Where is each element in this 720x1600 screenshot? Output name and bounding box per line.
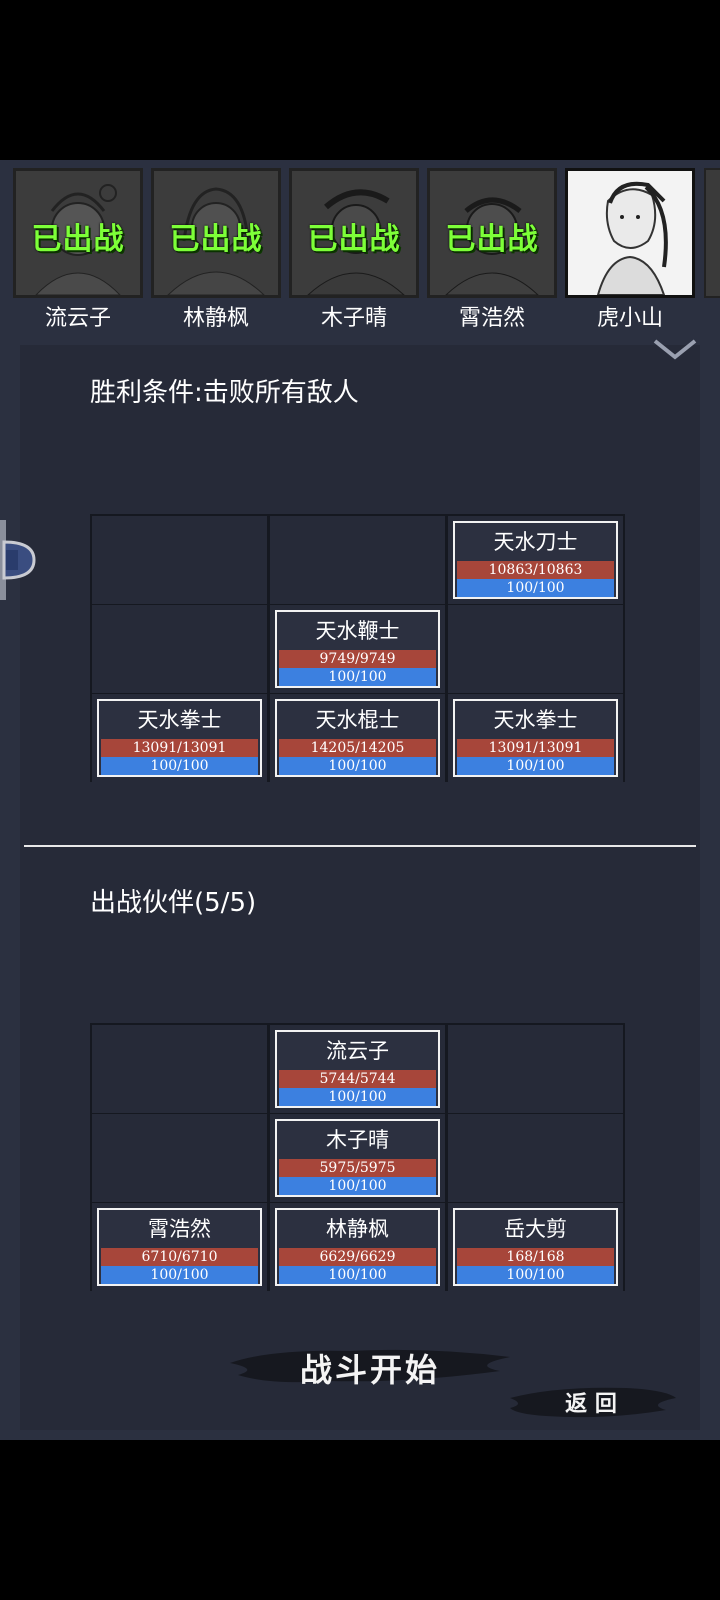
- start-battle-button[interactable]: 战斗开始: [230, 1335, 510, 1395]
- roster-character-partial[interactable]: [704, 168, 720, 298]
- deployed-badge: 已出战: [31, 222, 125, 257]
- unit-name: 天水拳士: [137, 708, 222, 732]
- hp-bar: 6629/6629: [279, 1248, 436, 1266]
- start-battle-label: 战斗开始: [299, 1351, 440, 1389]
- mp-bar: 100/100: [101, 757, 258, 775]
- formation-slot: [270, 516, 445, 604]
- mp-bar: 100/100: [279, 1266, 436, 1284]
- formation-slot[interactable]: 天水拳士 13091/13091 100/100: [92, 694, 267, 782]
- hp-bar: 13091/13091: [457, 739, 614, 757]
- formation-slot[interactable]: 流云子 5744/5744 100/100: [270, 1025, 445, 1113]
- status-bar-area: [0, 0, 720, 160]
- hp-bar: 5744/5744: [279, 1070, 436, 1088]
- formation-slot: [92, 516, 267, 604]
- partner-card[interactable]: 岳大剪 168/168 100/100: [453, 1208, 618, 1286]
- roster-character-4[interactable]: 已出战 霄浩然: [427, 168, 557, 333]
- hp-bar: 9749/9749: [279, 650, 436, 668]
- side-drawer-handle-icon[interactable]: [0, 520, 38, 600]
- mp-bar: 100/100: [457, 757, 614, 775]
- back-button[interactable]: 返 回: [506, 1378, 676, 1424]
- mp-bar: 100/100: [457, 579, 614, 597]
- formation-slot[interactable]: 天水棍士 14205/14205 100/100: [270, 694, 445, 782]
- formation-slot[interactable]: [448, 1025, 623, 1113]
- character-roster: 已出战 流云子 已出战 林静枫 已出战 木子晴 已出战 霄浩然 虎小山: [0, 168, 720, 338]
- partners-heading: 出战伙伴(5/5): [90, 888, 257, 918]
- character-portrait: [565, 168, 695, 298]
- hp-bar: 168/168: [457, 1248, 614, 1266]
- back-label: 返 回: [565, 1391, 617, 1417]
- portrait-sketch-icon: [596, 181, 668, 295]
- hp-bar: 13091/13091: [101, 739, 258, 757]
- unit-name: 流云子: [326, 1039, 389, 1063]
- deployed-badge: 已出战: [307, 222, 401, 257]
- unit-name: 天水鞭士: [315, 619, 400, 643]
- enemy-formation-grid: 天水刀士 10863/10863 100/100 天水鞭士 9749/9749 …: [90, 514, 625, 782]
- formation-slot[interactable]: [92, 1114, 267, 1202]
- mp-bar: 100/100: [279, 1177, 436, 1195]
- formation-slot[interactable]: [448, 1114, 623, 1202]
- deployed-badge: 已出战: [169, 222, 263, 257]
- victory-condition: 胜利条件:击败所有敌人: [90, 378, 359, 408]
- hp-bar: 14205/14205: [279, 739, 436, 757]
- unit-name: 天水拳士: [493, 708, 578, 732]
- formation-slot[interactable]: [92, 1025, 267, 1113]
- mp-bar: 100/100: [101, 1266, 258, 1284]
- roster-character-2[interactable]: 已出战 林静枫: [151, 168, 281, 333]
- unit-name: 霄浩然: [148, 1217, 211, 1241]
- unit-name: 林静枫: [326, 1217, 389, 1241]
- unit-name: 木子晴: [326, 1128, 389, 1152]
- formation-slot[interactable]: 岳大剪 168/168 100/100: [448, 1203, 623, 1291]
- mp-bar: 100/100: [457, 1266, 614, 1284]
- formation-slot[interactable]: 霄浩然 6710/6710 100/100: [92, 1203, 267, 1291]
- hp-bar: 6710/6710: [101, 1248, 258, 1266]
- character-name: 流云子: [44, 306, 111, 331]
- formation-slot[interactable]: 天水拳士 13091/13091 100/100: [448, 694, 623, 782]
- character-name: 霄浩然: [458, 306, 525, 331]
- formation-slot: [448, 605, 623, 693]
- unit-name: 岳大剪: [504, 1217, 567, 1241]
- roster-character-1[interactable]: 已出战 流云子: [13, 168, 143, 333]
- formation-slot[interactable]: 天水鞭士 9749/9749 100/100: [270, 605, 445, 693]
- unit-name: 天水棍士: [315, 708, 400, 732]
- mp-bar: 100/100: [279, 1088, 436, 1106]
- deployed-badge: 已出战: [445, 222, 539, 257]
- partner-card[interactable]: 林静枫 6629/6629 100/100: [275, 1208, 440, 1286]
- chevron-down-icon[interactable]: [652, 338, 698, 360]
- enemy-card[interactable]: 天水刀士 10863/10863 100/100: [453, 521, 618, 599]
- section-divider: [24, 845, 696, 847]
- mp-bar: 100/100: [279, 668, 436, 686]
- character-name: 虎小山: [596, 306, 663, 331]
- enemy-card[interactable]: 天水鞭士 9749/9749 100/100: [275, 610, 440, 688]
- roster-character-3[interactable]: 已出战 木子晴: [289, 168, 419, 333]
- formation-slot: [92, 605, 267, 693]
- formation-slot[interactable]: 天水刀士 10863/10863 100/100: [448, 516, 623, 604]
- roster-character-5[interactable]: 虎小山: [565, 168, 695, 333]
- enemy-card[interactable]: 天水棍士 14205/14205 100/100: [275, 699, 440, 777]
- partner-formation-grid: 流云子 5744/5744 100/100 木子晴 5975/5975 100/…: [90, 1023, 625, 1291]
- hp-bar: 5975/5975: [279, 1159, 436, 1177]
- formation-slot[interactable]: 林静枫 6629/6629 100/100: [270, 1203, 445, 1291]
- hp-bar: 10863/10863: [457, 561, 614, 579]
- partner-card[interactable]: 霄浩然 6710/6710 100/100: [97, 1208, 262, 1286]
- enemy-card[interactable]: 天水拳士 13091/13091 100/100: [453, 699, 618, 777]
- unit-name: 天水刀士: [493, 530, 578, 554]
- navigation-bar-area: [0, 1440, 720, 1600]
- partner-card[interactable]: 流云子 5744/5744 100/100: [275, 1030, 440, 1108]
- character-name: 木子晴: [320, 306, 387, 331]
- character-name: 林静枫: [182, 306, 249, 331]
- mp-bar: 100/100: [279, 757, 436, 775]
- enemy-card[interactable]: 天水拳士 13091/13091 100/100: [97, 699, 262, 777]
- formation-slot[interactable]: 木子晴 5975/5975 100/100: [270, 1114, 445, 1202]
- partner-card[interactable]: 木子晴 5975/5975 100/100: [275, 1119, 440, 1197]
